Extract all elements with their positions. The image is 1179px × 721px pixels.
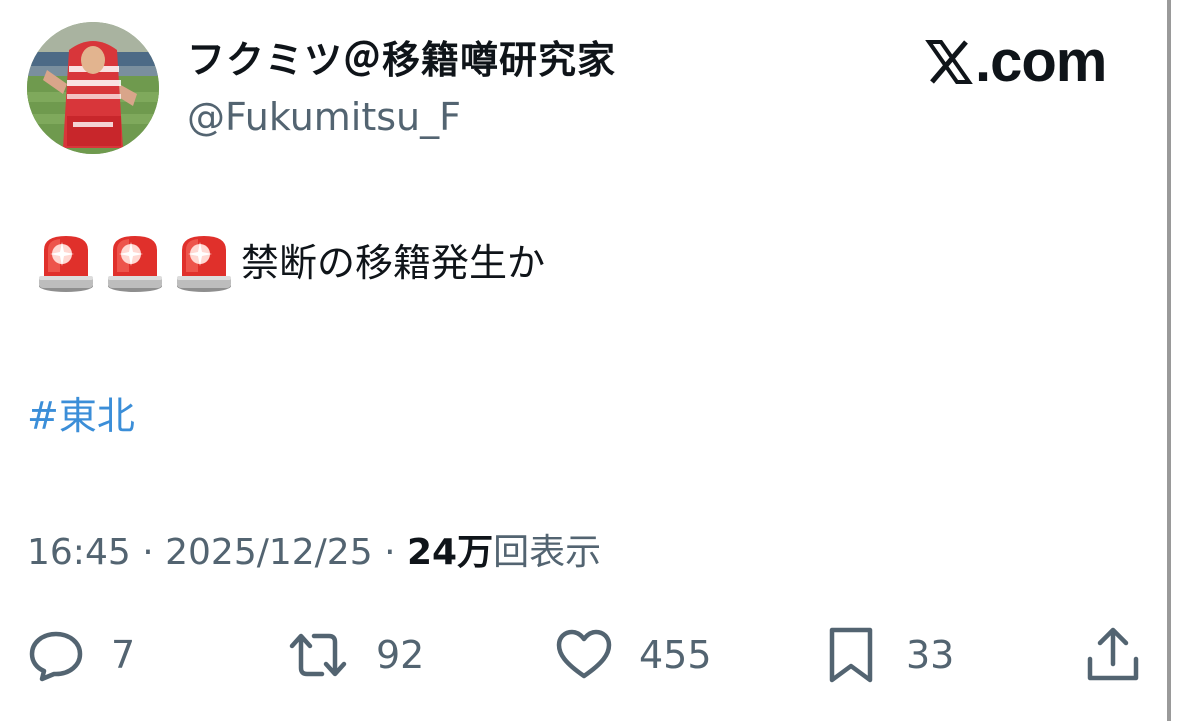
meta-separator: · — [142, 532, 154, 573]
share-icon — [1087, 627, 1139, 681]
repost-button[interactable]: 92 — [286, 620, 424, 690]
share-button[interactable] — [1084, 620, 1142, 690]
tweet-meta: 16:45 · 2025/12/25 · 24万回表示 — [27, 528, 601, 578]
tweet-time[interactable]: 16:45 — [27, 532, 131, 573]
bookmark-button[interactable]: 33 — [822, 620, 954, 690]
user-handle[interactable]: @Fukumitsu_F — [187, 94, 461, 140]
bookmark-icon — [829, 627, 873, 683]
scrollbar[interactable] — [1167, 0, 1171, 721]
tweet-date[interactable]: 2025/12/25 — [165, 532, 373, 573]
display-name[interactable]: フクミツ＠移籍噂研究家 — [187, 36, 616, 84]
views-label: 回表示 — [493, 532, 602, 573]
meta-separator: · — [384, 532, 396, 573]
like-count: 455 — [639, 633, 712, 677]
repost-icon — [289, 633, 347, 677]
police-car-light-icon — [108, 236, 162, 292]
brand-label: .com — [975, 29, 1107, 94]
reply-icon — [29, 631, 83, 682]
views-count: 24万 — [406, 532, 494, 573]
action-bar: 7 92 455 33 — [0, 620, 1179, 690]
avatar[interactable] — [27, 22, 159, 154]
tweet-text: 禁断の移籍発生か — [241, 241, 546, 285]
hashtag-link[interactable]: #東北 — [27, 388, 135, 444]
reply-count: 7 — [111, 633, 136, 677]
tweet-body: 禁断の移籍発生か — [36, 228, 545, 298]
tweet-card: フクミツ＠移籍噂研究家 @Fukumitsu_F .com 禁断の移籍発生か #… — [0, 0, 1179, 721]
police-car-light-icon — [177, 236, 231, 292]
x-brand-logo: .com — [925, 29, 1107, 94]
bookmark-count: 33 — [906, 633, 955, 677]
repost-count: 92 — [376, 633, 425, 677]
reply-button[interactable]: 7 — [27, 620, 135, 690]
heart-icon — [556, 629, 612, 679]
like-button[interactable]: 455 — [555, 620, 712, 690]
x-logo-icon — [925, 40, 973, 84]
avatar-image — [27, 22, 159, 154]
police-car-light-icon — [39, 236, 93, 292]
